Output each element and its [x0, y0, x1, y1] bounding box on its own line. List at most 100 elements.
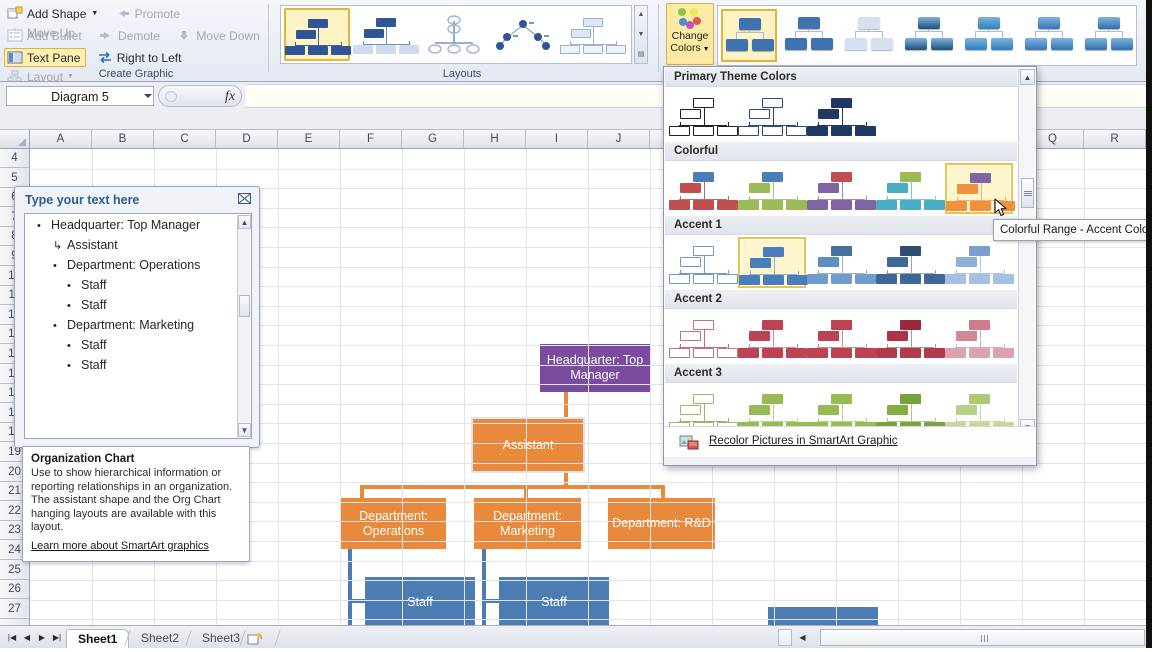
- scrollbar-thumb[interactable]: [239, 295, 250, 317]
- row-header-4[interactable]: 4: [0, 149, 29, 168]
- scroll-left-icon[interactable]: ◀: [795, 629, 810, 646]
- text-pane-item[interactable]: • Staff: [67, 358, 233, 373]
- scroll-up-icon[interactable]: ▲: [635, 6, 647, 24]
- horizontal-split-handle[interactable]: [778, 629, 792, 646]
- color-option-accent1-colored-fill[interactable]: [738, 237, 808, 288]
- insert-sheet-button[interactable]: [247, 629, 273, 648]
- smartart-style-option-0[interactable]: [721, 9, 777, 62]
- color-gallery-footer[interactable]: Recolor Pictures in SmartArt Graphic: [665, 426, 1036, 456]
- scroll-up-icon[interactable]: ▲: [1020, 69, 1035, 85]
- smartart-text-pane[interactable]: Type your text here • Headquarter: Top Ma…: [14, 186, 260, 448]
- text-pane-item[interactable]: • Staff: [67, 278, 233, 293]
- text-pane-item[interactable]: • Department: Marketing: [53, 318, 233, 333]
- color-option-colorful-range-accent-3-4[interactable]: [807, 163, 876, 214]
- smartart-style-option-3[interactable]: [901, 9, 957, 62]
- layout-option-3[interactable]: [491, 8, 557, 61]
- color-option-accent2-gradient-loop[interactable]: [876, 311, 945, 362]
- color-option-accent1-gradient-loop[interactable]: [876, 237, 945, 288]
- layout-option-2[interactable]: [422, 8, 488, 61]
- column-header-A[interactable]: A: [30, 130, 92, 148]
- layout-option-0[interactable]: [284, 8, 351, 61]
- column-header-C[interactable]: C: [154, 130, 216, 148]
- text-pane-item[interactable]: ↳ Assistant: [53, 238, 233, 253]
- column-header-J[interactable]: J: [588, 130, 650, 148]
- first-sheet-icon[interactable]: |◀: [5, 630, 19, 645]
- cancel-icon[interactable]: [165, 91, 177, 102]
- chevron-down-icon[interactable]: ▼: [91, 10, 98, 17]
- right-to-left-button[interactable]: Right to Left: [94, 48, 188, 67]
- sheet-tab-sheet1[interactable]: Sheet1: [66, 629, 130, 648]
- move-down-button[interactable]: Move Down: [173, 26, 265, 45]
- select-all-button[interactable]: [0, 130, 30, 148]
- text-pane-item[interactable]: • Staff: [67, 338, 233, 353]
- name-box[interactable]: Diagram 5: [6, 86, 154, 106]
- color-option-dark-outline-1[interactable]: [669, 89, 738, 140]
- promote-button[interactable]: Promote: [112, 4, 186, 23]
- text-pane-list[interactable]: • Headquarter: Top Manager ↳ Assistant • Depa…: [25, 218, 233, 438]
- add-bullet-button[interactable]: Add Bullet: [4, 26, 88, 45]
- scroll-down-icon[interactable]: ▼: [635, 26, 647, 44]
- color-option-colored-outline[interactable]: [738, 89, 807, 140]
- row-header-5[interactable]: 5: [0, 169, 29, 188]
- color-gallery-scrollbar[interactable]: ▲ ▼: [1018, 68, 1035, 436]
- smartart-style-option-6[interactable]: [1081, 9, 1137, 62]
- column-header-F[interactable]: F: [340, 130, 402, 148]
- sheet-tab-sheet2[interactable]: Sheet2: [130, 629, 190, 648]
- text-pane-scrollbar[interactable]: ▲ ▼: [237, 215, 251, 437]
- row-header-25[interactable]: 25: [0, 561, 29, 580]
- color-option-accent1-outline[interactable]: [669, 237, 738, 288]
- close-icon[interactable]: [237, 193, 251, 206]
- sheet-navigation-buttons[interactable]: |◀ ◀ ▶ ▶|: [5, 630, 65, 645]
- text-pane-item[interactable]: • Headquarter: Top Manager: [37, 218, 233, 233]
- smartart-styles-gallery[interactable]: [717, 5, 1137, 66]
- smartart-style-option-5[interactable]: [1021, 9, 1077, 62]
- scroll-up-icon[interactable]: ▲: [238, 215, 251, 229]
- demote-button[interactable]: Demote: [95, 26, 166, 45]
- column-header-G[interactable]: G: [402, 130, 464, 148]
- color-option-colorful-accent-colors[interactable]: [669, 163, 738, 214]
- diagram-node-staff1[interactable]: Staff: [365, 577, 475, 625]
- add-shape-button[interactable]: Add Shape ▼: [4, 4, 104, 23]
- insert-function-icon[interactable]: fx: [225, 89, 235, 105]
- color-option-accent2-gradient-range[interactable]: [807, 311, 876, 362]
- column-header-I[interactable]: I: [526, 130, 588, 148]
- smartart-style-option-1[interactable]: [781, 9, 837, 62]
- color-option-accent1-gradient-range[interactable]: [807, 237, 876, 288]
- column-header-E[interactable]: E: [278, 130, 340, 148]
- color-option-dark-fill[interactable]: [807, 89, 876, 140]
- row-header-26[interactable]: 26: [0, 580, 29, 600]
- recolor-pictures-label[interactable]: Recolor Pictures in SmartArt Graphic: [709, 435, 898, 447]
- change-colors-gallery-dropdown[interactable]: Primary Theme Colors Colorful Accent 1 Acce…: [663, 66, 1037, 466]
- diagram-node-staff2[interactable]: Staff: [499, 577, 609, 625]
- prev-sheet-icon[interactable]: ◀: [20, 630, 34, 645]
- layout-option-4[interactable]: [560, 8, 626, 61]
- color-option-accent2-outline[interactable]: [669, 311, 738, 362]
- column-header-B[interactable]: B: [92, 130, 154, 148]
- last-sheet-icon[interactable]: ▶|: [50, 630, 64, 645]
- more-layouts-icon[interactable]: ▤: [635, 46, 647, 64]
- smartart-style-option-4[interactable]: [961, 9, 1017, 62]
- color-option-accent2-colored-fill[interactable]: [738, 311, 807, 362]
- text-pane-button[interactable]: Text Pane: [4, 48, 87, 67]
- name-box-dropdown-icon[interactable]: [144, 94, 152, 98]
- column-header-D[interactable]: D: [216, 130, 278, 148]
- column-header-R[interactable]: R: [1084, 130, 1146, 148]
- horizontal-scrollbar[interactable]: [820, 629, 1145, 646]
- next-sheet-icon[interactable]: ▶: [35, 630, 49, 645]
- color-option-colorful-range-accent-4-5[interactable]: [876, 163, 945, 214]
- row-header-27[interactable]: 27: [0, 600, 29, 619]
- text-pane-body[interactable]: • Headquarter: Top Manager ↳ Assistant • Depa…: [24, 213, 252, 439]
- color-option-colorful-range-accent-2-3[interactable]: [738, 163, 807, 214]
- change-colors-button[interactable]: Change Colors ▼: [666, 3, 714, 65]
- scroll-down-icon[interactable]: ▼: [238, 423, 251, 437]
- layout-option-1[interactable]: [353, 8, 419, 61]
- color-option-accent1-transparent[interactable]: [945, 237, 1014, 288]
- layouts-scrollbar[interactable]: ▲ ▼ ▤: [634, 5, 648, 64]
- color-gallery-scroll-area[interactable]: Primary Theme Colors Colorful Accent 1 Acce…: [665, 68, 1017, 436]
- layouts-gallery[interactable]: [280, 5, 632, 64]
- learn-more-link[interactable]: Learn more about SmartArt graphics: [31, 540, 241, 552]
- text-pane-item[interactable]: • Department: Operations: [53, 258, 233, 273]
- color-option-accent2-transparent[interactable]: [945, 311, 1014, 362]
- smartart-style-option-2[interactable]: [841, 9, 897, 62]
- column-header-H[interactable]: H: [464, 130, 526, 148]
